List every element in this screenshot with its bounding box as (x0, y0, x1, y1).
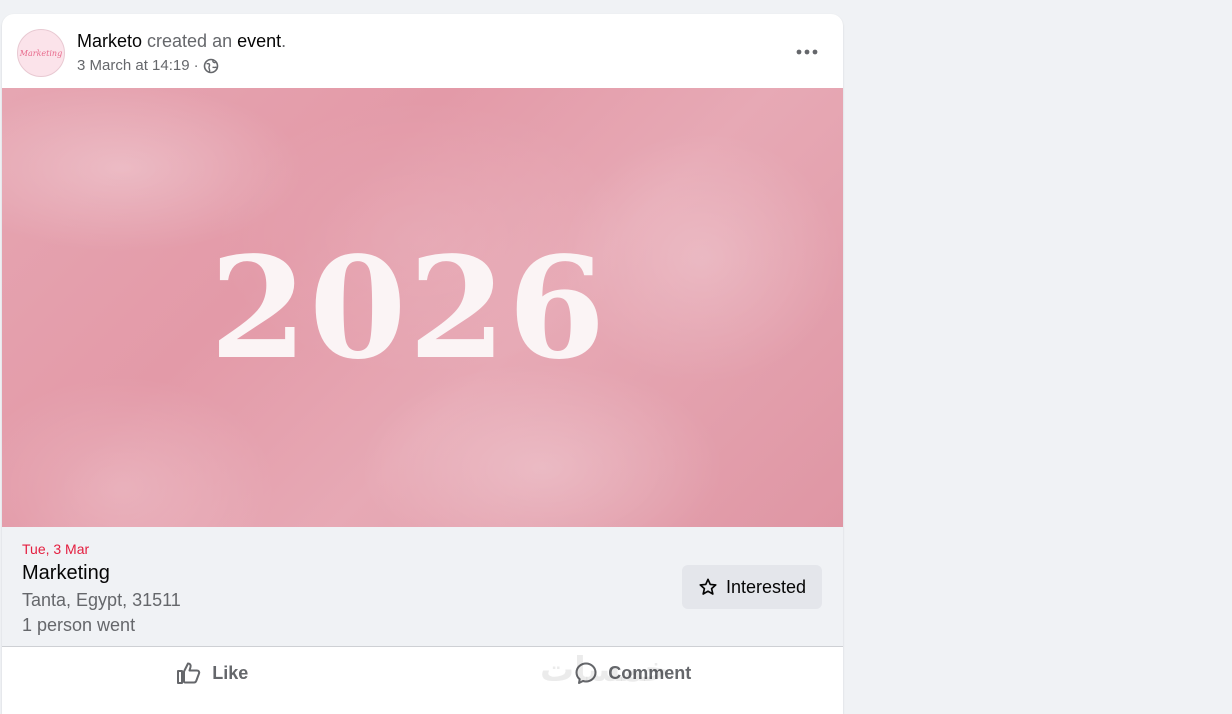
event-details: Tue, 3 Mar Marketing Tanta, Egypt, 31511… (2, 527, 843, 646)
interested-button[interactable]: Interested (682, 565, 822, 609)
event-link[interactable]: event (237, 31, 281, 51)
avatar[interactable]: Marketing (17, 29, 65, 77)
avatar-logo: Marketing (19, 31, 63, 75)
event-cover-image[interactable]: 2026 (2, 88, 843, 527)
post-card: Marketing Marketo created an event. 3 Ma… (2, 14, 843, 714)
post-timestamp[interactable]: 3 March at 14:19 (77, 57, 190, 75)
comment-label: Comment (608, 662, 692, 683)
event-title[interactable]: Marketing (22, 561, 110, 585)
cover-headline: 2026 (209, 226, 608, 391)
event-date: Tue, 3 Mar (22, 541, 90, 557)
post-meta: 3 March at 14:19 · (77, 57, 219, 75)
post-header: Marketing Marketo created an event. 3 Ma… (2, 14, 843, 88)
author-name[interactable]: Marketo (77, 31, 142, 51)
star-outline-icon (699, 578, 717, 595)
meta-separator: · (193, 57, 199, 74)
event-location: Tanta, Egypt, 31511 (22, 590, 181, 610)
thumbs-up-icon (177, 662, 201, 684)
globe-icon[interactable] (203, 58, 219, 74)
interested-label: Interested (725, 576, 807, 597)
post-action-text: created an (142, 31, 238, 51)
post-action-period: . (281, 31, 287, 51)
comment-bubble-icon (575, 662, 597, 684)
post-title-line: Marketo created an event. (77, 30, 286, 52)
event-attendance: 1 person went (22, 615, 136, 635)
like-button[interactable]: Like (2, 647, 423, 699)
avatar-logo-text: Marketing (19, 49, 62, 58)
like-label: Like (212, 662, 249, 683)
more-options-button[interactable] (789, 38, 825, 66)
post-actions: Like Comment (2, 647, 843, 699)
comment-button[interactable]: Comment (423, 647, 844, 699)
more-horizontal-icon (796, 49, 818, 55)
